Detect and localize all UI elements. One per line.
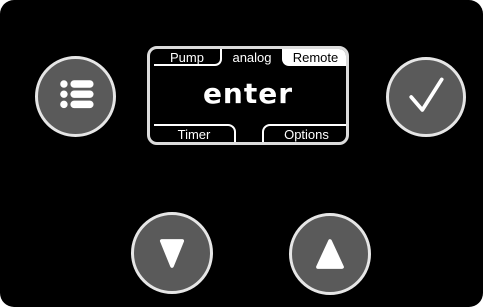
triangle-up-icon [316,239,344,269]
up-button[interactable] [289,213,371,295]
triangle-down-icon [159,239,185,268]
tab-options[interactable]: Options [262,124,346,142]
checkmark-icon [409,77,444,112]
tab-pump[interactable]: Pump [154,49,222,66]
list-icon [60,80,94,109]
control-panel: Pump analog Remote enter Timer Options [0,0,483,307]
tab-remote[interactable]: Remote [282,49,346,66]
lcd-display: Pump analog Remote enter Timer Options [147,46,349,145]
tab-analog[interactable]: analog [224,49,280,66]
menu-button[interactable] [35,56,116,137]
confirm-button[interactable] [386,57,466,137]
display-main-text: enter [202,77,294,110]
tab-timer[interactable]: Timer [154,124,236,142]
down-button[interactable] [131,212,213,294]
